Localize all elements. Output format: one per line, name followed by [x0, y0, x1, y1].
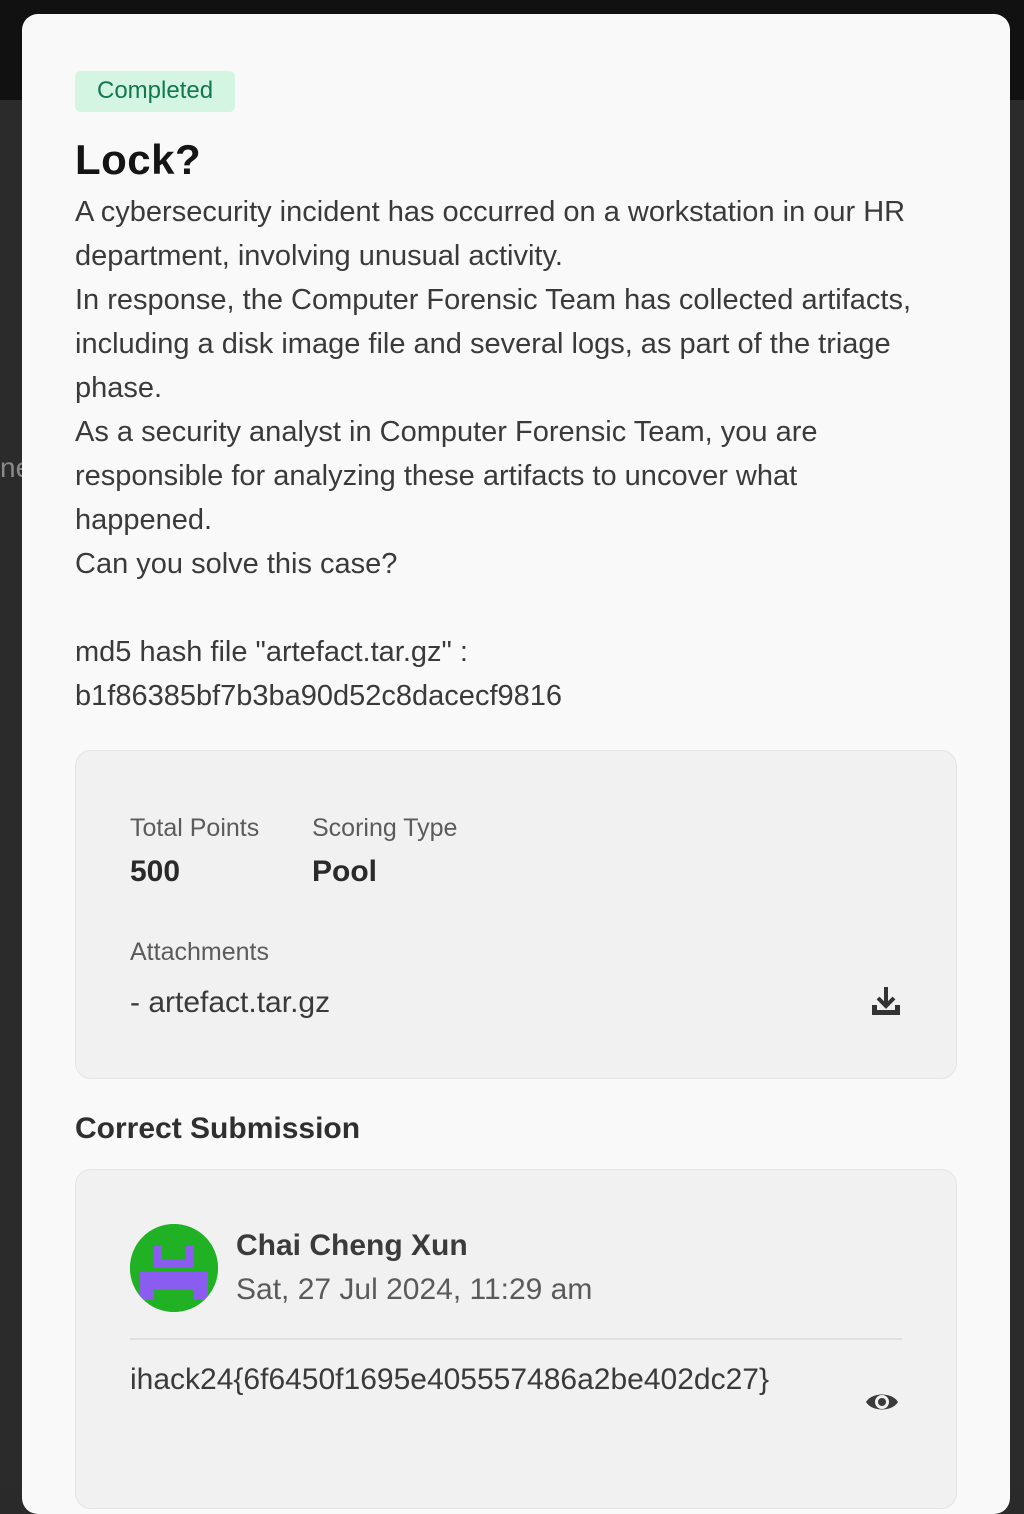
- correct-submission-heading: Correct Submission: [75, 1112, 361, 1145]
- total-points-value: 500: [130, 855, 181, 888]
- total-points: Total Points 500: [130, 813, 259, 889]
- submission-timestamp: Sat, 27 Jul 2024, 11:29 am: [236, 1273, 593, 1306]
- backdrop-partial-text: ne: [0, 452, 24, 483]
- attachments-label: Attachments: [130, 938, 269, 966]
- submission-card: Chai Cheng Xun Sat, 27 Jul 2024, 11:29 a…: [75, 1169, 957, 1509]
- challenge-title: Lock?: [75, 136, 202, 183]
- avatar-identicon: [130, 1224, 218, 1312]
- challenge-modal: Completed Lock? A cybersecurity incident…: [22, 14, 1010, 1514]
- description-paragraph: A cybersecurity incident has occurred on…: [75, 196, 906, 272]
- description-paragraph: Can you solve this case?: [75, 548, 398, 580]
- scoring-type-label: Scoring Type: [312, 814, 458, 842]
- hash-value: b1f86385bf7b3ba90d52c8dacecf9816: [75, 680, 563, 712]
- challenge-description: A cybersecurity incident has occurred on…: [75, 190, 935, 718]
- reveal-flag-button[interactable]: [862, 1382, 902, 1422]
- hash-label: md5 hash file "artefact.tar.gz" :: [75, 636, 468, 668]
- challenge-info-card: Total Points 500 Scoring Type Pool Attac…: [75, 750, 957, 1079]
- download-button[interactable]: [866, 981, 906, 1021]
- total-points-label: Total Points: [130, 814, 260, 842]
- attachment-file-link[interactable]: - artefact.tar.gz: [130, 985, 330, 1021]
- download-icon: [872, 987, 900, 1015]
- scoring-type-value: Pool: [312, 855, 377, 888]
- divider: [130, 1338, 902, 1340]
- eye-icon: [866, 1394, 898, 1410]
- avatar: [130, 1224, 218, 1312]
- status-badge: Completed: [75, 71, 236, 112]
- scoring-type: Scoring Type Pool: [312, 813, 457, 889]
- submitter-name: Chai Cheng Xun: [236, 1229, 468, 1262]
- description-paragraph: As a security analyst in Computer Forens…: [75, 416, 818, 536]
- description-paragraph: In response, the Computer Forensic Team …: [75, 284, 912, 404]
- submitted-flag: ihack24{6f6450f1695e405557486a2be402dc27…: [130, 1363, 769, 1396]
